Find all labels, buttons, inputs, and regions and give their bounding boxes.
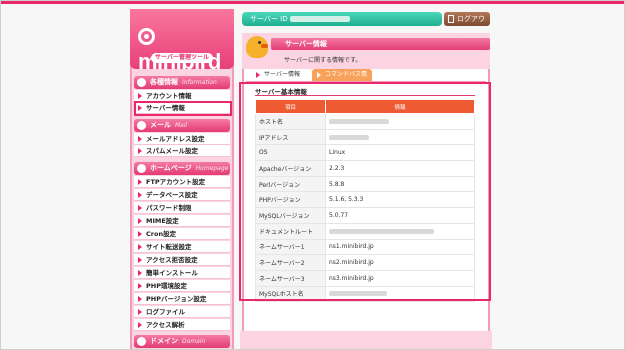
screenshot-frame <box>0 0 625 350</box>
